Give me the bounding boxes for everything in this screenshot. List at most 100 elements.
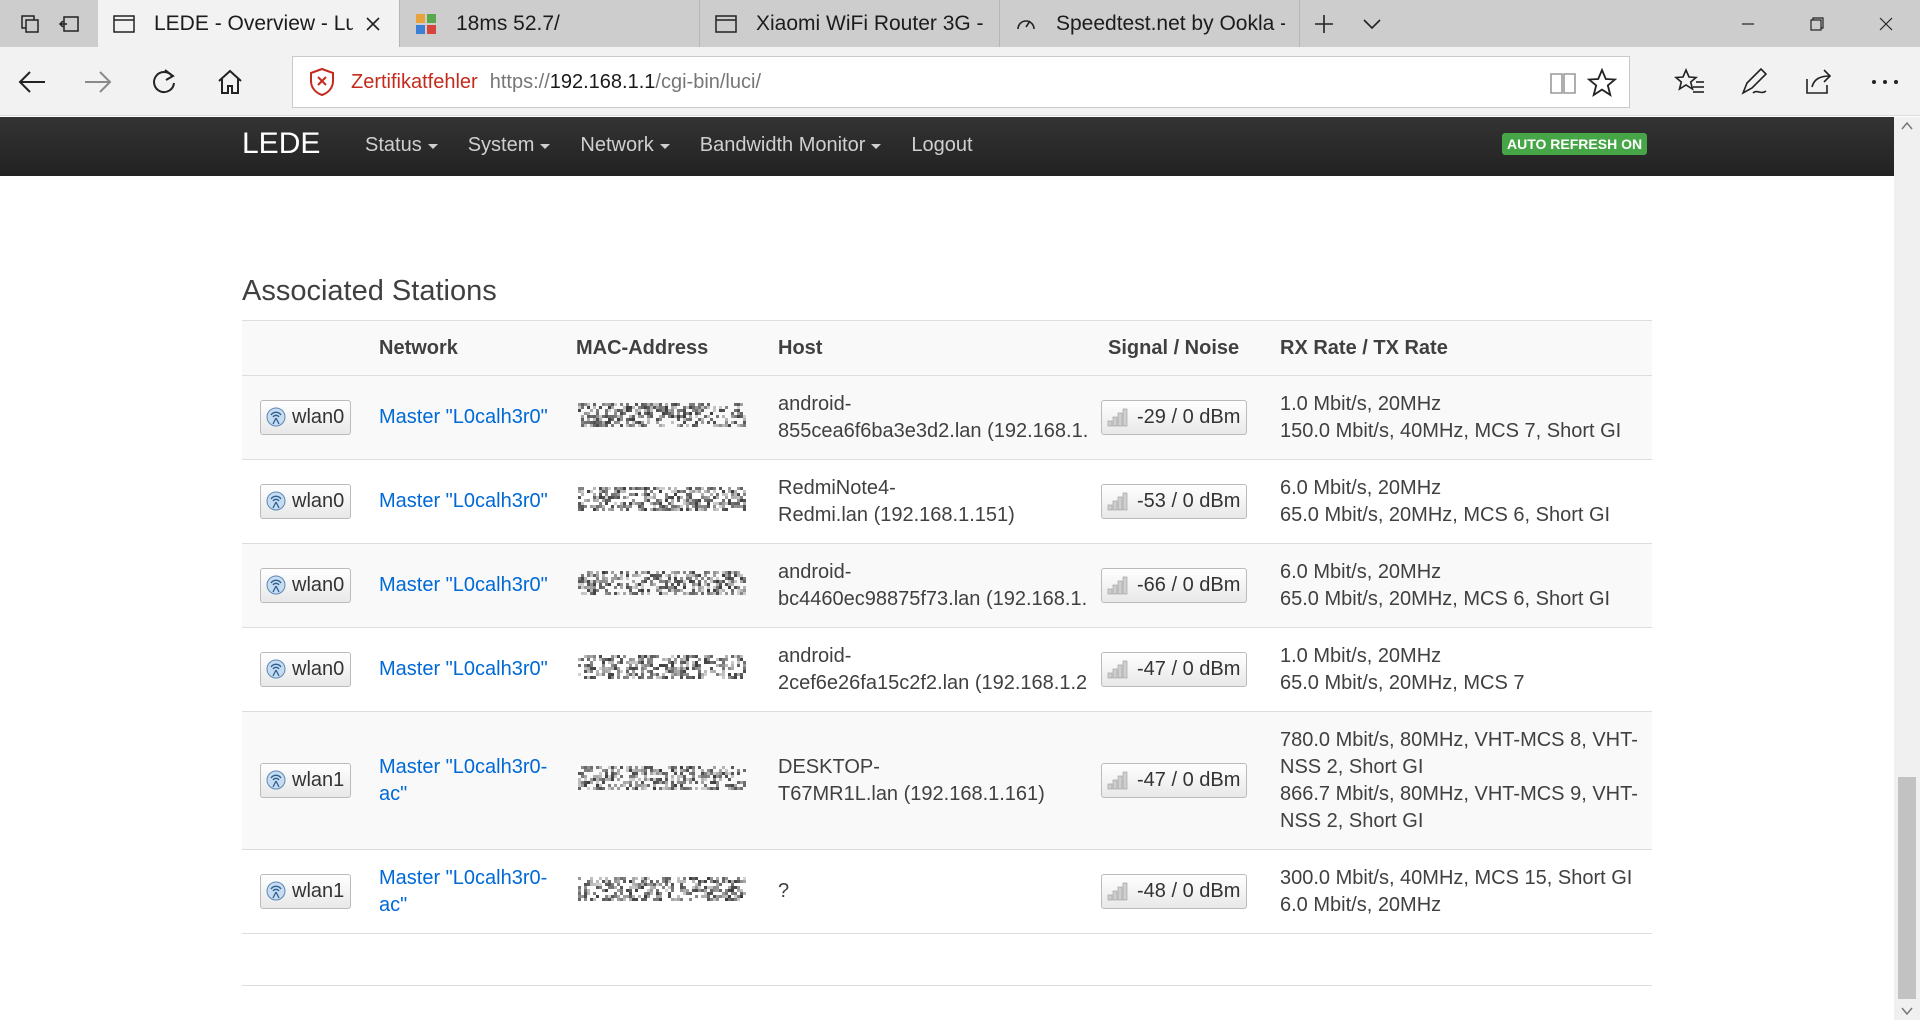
iface-badge[interactable]: wlan0 bbox=[260, 567, 352, 603]
close-tab-icon[interactable] bbox=[361, 12, 385, 36]
col-header-rates: RX Rate / TX Rate bbox=[1268, 320, 1652, 376]
page-icon bbox=[714, 12, 738, 36]
iface-name: wlan1 bbox=[292, 768, 345, 791]
rates-cell: 1.0 Mbit/s, 20MHz 65.0 Mbit/s, 20MHz, MCS… bbox=[1268, 627, 1652, 712]
network-link[interactable]: Master "L0calh3r0-ac" bbox=[379, 867, 547, 916]
caret-down-icon bbox=[540, 144, 551, 149]
iface-name: wlan0 bbox=[292, 573, 345, 596]
iface-cell: wlan1 bbox=[242, 711, 367, 850]
signal-value: -66 / 0 dBm bbox=[1137, 573, 1241, 596]
signal-cell: -66 / 0 dBm bbox=[1096, 543, 1268, 628]
tab-xiaomi[interactable]: Xiaomi WiFi Router 3G - Fo bbox=[700, 0, 1000, 47]
signal-badge[interactable]: -47 / 0 dBm bbox=[1101, 762, 1248, 798]
network-link[interactable]: Master "L0calh3r0" bbox=[379, 490, 548, 512]
notes-button[interactable] bbox=[1732, 60, 1776, 104]
signal-value: -53 / 0 dBm bbox=[1137, 489, 1241, 512]
tab-speedtest[interactable]: Speedtest.net by Ookla - Th bbox=[1000, 0, 1300, 47]
menu-system[interactable]: System bbox=[468, 134, 551, 157]
redacted-mac-icon bbox=[578, 876, 746, 901]
rate-line: 780.0 Mbit/s, 80MHz, VHT-MCS 8, VHT- bbox=[1280, 728, 1638, 751]
tab-title: LEDE - Overview - LuCI bbox=[154, 11, 353, 35]
tab-preview-icon[interactable] bbox=[19, 13, 41, 35]
wifi-iface-icon bbox=[266, 659, 286, 679]
page-scrollbar[interactable] bbox=[1894, 117, 1920, 1020]
new-tab-button[interactable] bbox=[1300, 0, 1348, 47]
signal-value: -29 / 0 dBm bbox=[1137, 405, 1241, 428]
network-link[interactable]: Master "L0calh3r0" bbox=[379, 574, 548, 596]
host-line: android- bbox=[778, 560, 852, 583]
plus-icon bbox=[1315, 14, 1333, 33]
iface-badge[interactable]: wlan0 bbox=[260, 483, 352, 519]
signal-badge[interactable]: -29 / 0 dBm bbox=[1101, 399, 1248, 435]
auto-refresh-badge[interactable]: AUTO REFRESH ON bbox=[1502, 133, 1648, 155]
rates-cell: 300.0 Mbit/s, 40MHz, MCS 15, Short GI 6.0… bbox=[1268, 849, 1652, 934]
set-aside-tabs-icon[interactable] bbox=[58, 13, 80, 35]
caret-down-icon bbox=[427, 144, 438, 149]
minimize-button[interactable] bbox=[1713, 0, 1782, 47]
menu-logout[interactable]: Logout bbox=[911, 134, 972, 157]
menu-bandwidth-monitor[interactable]: Bandwidth Monitor bbox=[700, 134, 882, 157]
station-row: wlan1 Master "L0calh3r0-ac" DESKTOP- T67MR1… bbox=[242, 711, 1652, 850]
arrow-left-icon bbox=[18, 71, 45, 93]
url-text[interactable]: https://192.168.1.1/cgi-bin/luci/ bbox=[490, 71, 761, 94]
menu-label: Network bbox=[580, 134, 654, 156]
menu-network[interactable]: Network bbox=[580, 134, 670, 157]
favorites-list-icon bbox=[1674, 67, 1704, 93]
rate-line: 150.0 Mbit/s, 40MHz, MCS 7, Short GI bbox=[1280, 419, 1622, 442]
more-button[interactable] bbox=[1863, 60, 1907, 104]
signal-badge[interactable]: -47 / 0 dBm bbox=[1101, 651, 1248, 687]
iface-badge[interactable]: wlan1 bbox=[260, 762, 352, 798]
redacted-mac-icon bbox=[578, 402, 746, 427]
iface-cell: wlan0 bbox=[242, 375, 367, 460]
share-button[interactable] bbox=[1797, 60, 1841, 104]
rate-line: 300.0 Mbit/s, 40MHz, MCS 15, Short GI bbox=[1280, 866, 1633, 889]
back-button[interactable] bbox=[10, 60, 54, 104]
favorites-button[interactable] bbox=[1668, 60, 1712, 104]
signal-strength-icon bbox=[1107, 492, 1128, 511]
scroll-up-icon bbox=[1901, 121, 1913, 130]
tab-title: 18ms 52.7/ bbox=[456, 11, 560, 35]
signal-cell: -47 / 0 dBm bbox=[1096, 711, 1268, 850]
signal-value: -48 / 0 dBm bbox=[1137, 879, 1241, 902]
host-line: Redmi.lan (192.168.1.151) bbox=[778, 503, 1015, 526]
wifi-iface-icon bbox=[266, 407, 286, 427]
refresh-button[interactable] bbox=[142, 60, 186, 104]
station-row: wlan1 Master "L0calh3r0-ac"? -48 / 0 dBm 30… bbox=[242, 849, 1652, 934]
signal-strength-icon bbox=[1107, 882, 1128, 901]
browser-toolbar: Zertifikatfehler https://192.168.1.1/cgi… bbox=[0, 47, 1920, 116]
close-window-button[interactable] bbox=[1851, 0, 1920, 47]
forward-button[interactable] bbox=[76, 60, 120, 104]
network-link[interactable]: Master "L0calh3r0-ac" bbox=[379, 756, 547, 805]
iface-badge[interactable]: wlan1 bbox=[260, 873, 352, 909]
certificate-error-label[interactable]: Zertifikatfehler bbox=[351, 71, 478, 94]
reading-view-icon bbox=[1550, 73, 1576, 94]
network-link[interactable]: Master "L0calh3r0" bbox=[379, 658, 548, 680]
tab-speed[interactable]: 18ms 52.7/ bbox=[400, 0, 700, 47]
tab-title: Speedtest.net by Ookla - Th bbox=[1056, 11, 1285, 35]
scroll-down-icon bbox=[1901, 1007, 1913, 1016]
brand-logo[interactable]: LEDE bbox=[242, 127, 320, 161]
signal-badge[interactable]: -53 / 0 dBm bbox=[1101, 483, 1248, 519]
signal-badge[interactable]: -66 / 0 dBm bbox=[1101, 567, 1248, 603]
host-line: T67MR1L.lan (192.168.1.161) bbox=[778, 782, 1045, 805]
tab-lede-overview[interactable]: LEDE - Overview - LuCI bbox=[98, 0, 400, 47]
address-bar[interactable]: Zertifikatfehler https://192.168.1.1/cgi… bbox=[292, 56, 1630, 108]
signal-badge[interactable]: -48 / 0 dBm bbox=[1101, 873, 1248, 909]
host-cell: DESKTOP- T67MR1L.lan (192.168.1.161) bbox=[766, 711, 1096, 850]
network-cell: Master "L0calh3r0" bbox=[367, 375, 564, 460]
iface-badge[interactable]: wlan0 bbox=[260, 651, 352, 687]
iface-badge[interactable]: wlan0 bbox=[260, 399, 352, 435]
menu-status[interactable]: Status bbox=[365, 134, 438, 157]
tab-list-button[interactable] bbox=[1348, 0, 1396, 47]
iface-cell: wlan0 bbox=[242, 543, 367, 628]
host-line: DESKTOP- bbox=[778, 755, 880, 778]
restore-button[interactable] bbox=[1782, 0, 1851, 47]
scrollbar-thumb[interactable] bbox=[1898, 777, 1916, 999]
home-button[interactable] bbox=[208, 60, 252, 104]
luci-header: LEDE Status System Network Bandwidth Mon… bbox=[0, 117, 1894, 176]
host-line: android- bbox=[778, 644, 852, 667]
iface-name: wlan0 bbox=[292, 657, 345, 680]
colorful-favicon-icon bbox=[414, 12, 438, 36]
network-link[interactable]: Master "L0calh3r0" bbox=[379, 406, 548, 428]
mac-cell bbox=[564, 627, 766, 712]
